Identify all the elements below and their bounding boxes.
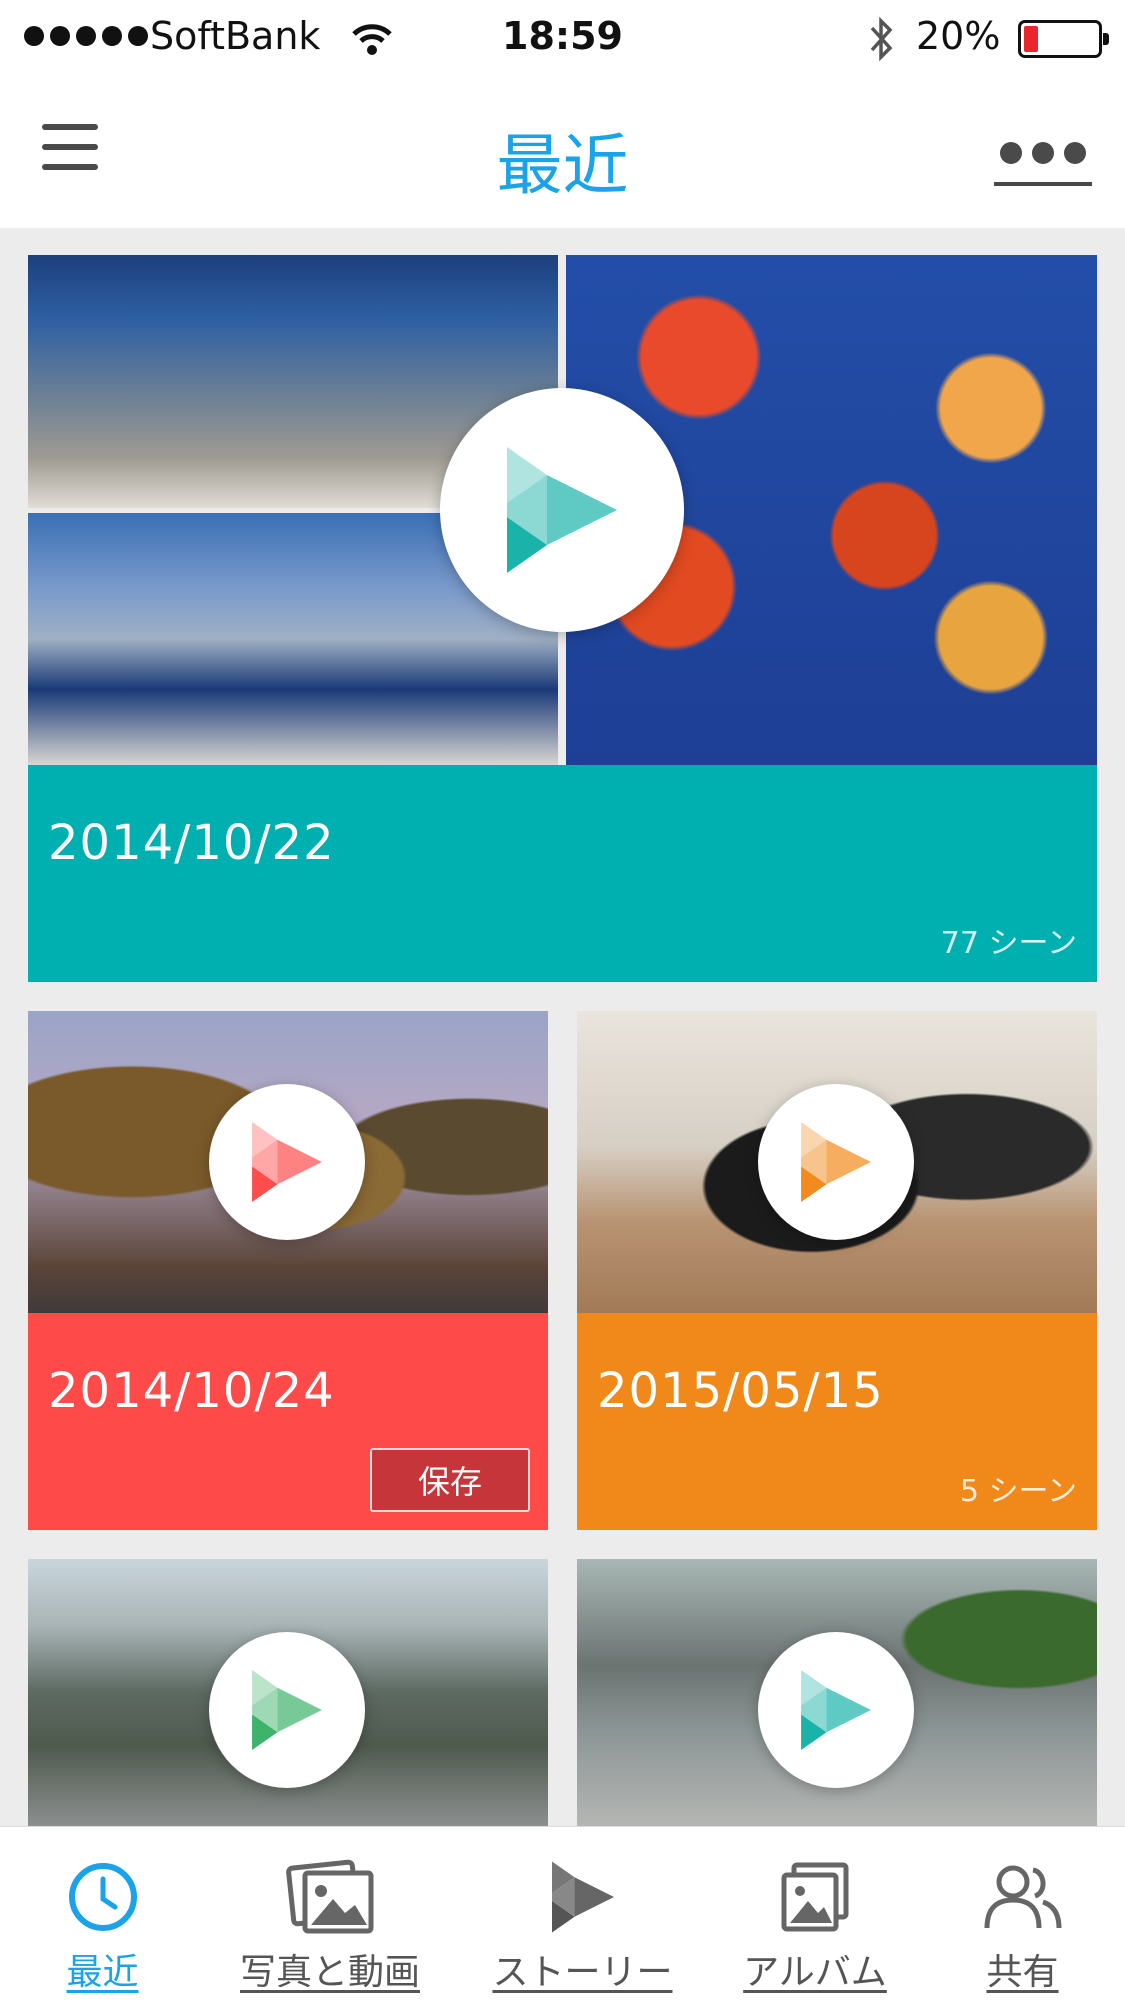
tab-story[interactable]: ストーリー (475, 1827, 690, 2001)
navigation-bar: 最近 (0, 78, 1125, 228)
story-date: 2014/10/24 (48, 1363, 335, 1419)
story-card[interactable]: 2014/10/24 保存 (28, 1011, 548, 1530)
tab-album[interactable]: アルバム (725, 1827, 905, 2001)
tab-photos-videos[interactable]: 写真と動画 (215, 1827, 445, 2001)
story-card[interactable]: 2015/05/15 5 シーン (577, 1011, 1097, 1530)
save-button[interactable]: 保存 (370, 1448, 530, 1512)
story-play-icon (801, 1670, 871, 1750)
tab-label: 共有 (986, 1952, 1059, 1993)
story-play-icon (252, 1122, 322, 1202)
share-people-icon (984, 1865, 1061, 1929)
story-card[interactable] (28, 1559, 548, 1826)
play-story-button[interactable] (440, 388, 684, 632)
story-date: 2015/05/15 (597, 1363, 884, 1419)
tab-label: ストーリー (492, 1952, 673, 1993)
play-story-button[interactable] (758, 1084, 914, 1240)
story-play-icon (507, 447, 617, 573)
story-play-icon (252, 1670, 322, 1750)
play-story-button[interactable] (209, 1084, 365, 1240)
tab-label: 写真と動画 (239, 1952, 420, 1993)
bluetooth-icon (870, 16, 893, 62)
story-card[interactable]: 2014/10/22 77 シーン (28, 255, 1097, 982)
story-icon (551, 1861, 614, 1933)
story-date: 2014/10/22 (48, 815, 335, 871)
story-play-icon (801, 1122, 871, 1202)
play-story-button[interactable] (209, 1632, 365, 1788)
clock-icon (68, 1863, 137, 1931)
page-title: 最近 (496, 127, 629, 204)
tab-label: 最近 (66, 1952, 139, 1993)
album-icon (781, 1862, 849, 1932)
story-card[interactable] (577, 1559, 1097, 1826)
tab-bar: 最近 写真と動画 ストーリー アルバム 共有 (0, 1826, 1125, 2001)
tab-share[interactable]: 共有 (950, 1827, 1095, 2001)
scene-count: 5 シーン (959, 1474, 1077, 1509)
status-bar: SoftBank 18:59 20% (0, 0, 1125, 78)
card-caption: 2014/10/24 保存 (28, 1313, 548, 1530)
tab-recent[interactable]: 最近 (30, 1827, 175, 2001)
card-caption: 2015/05/15 5 シーン (577, 1313, 1097, 1530)
play-story-button[interactable] (758, 1632, 914, 1788)
battery-icon (1018, 20, 1109, 58)
battery-percent: 20% (916, 14, 1001, 58)
more-options-icon[interactable] (994, 142, 1092, 186)
photos-icon (286, 1859, 374, 1934)
scene-count: 77 シーン (940, 926, 1077, 961)
card-caption: 2014/10/22 77 シーン (28, 765, 1097, 982)
tab-label: アルバム (743, 1952, 887, 1993)
